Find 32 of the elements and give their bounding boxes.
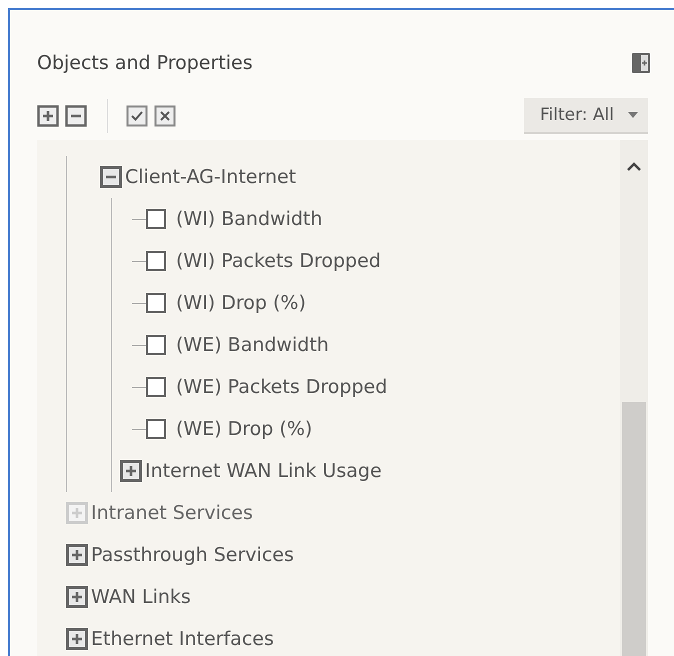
checkbox[interactable]	[146, 335, 166, 355]
uncheck-all-button[interactable]	[154, 105, 176, 127]
checkbox[interactable]	[146, 293, 166, 313]
checkbox[interactable]	[146, 377, 166, 397]
expand-icon[interactable]	[66, 586, 88, 608]
checkbox[interactable]	[146, 251, 166, 271]
panel-title: Objects and Properties	[37, 52, 253, 74]
tree-item-label[interactable]: Client-AG-Internet	[125, 166, 296, 188]
tree-item-label[interactable]: Passthrough Services	[91, 544, 294, 566]
panel-toggle-icon[interactable]	[632, 53, 650, 73]
caret-icon[interactable]	[628, 112, 638, 118]
tree-item-label[interactable]: WAN Links	[91, 586, 191, 608]
tree-item-label[interactable]: (WI) Bandwidth	[176, 208, 322, 230]
collapse-icon[interactable]	[100, 166, 122, 188]
expand-icon[interactable]	[120, 460, 142, 482]
tree-item-label[interactable]: (WE) Packets Dropped	[176, 376, 388, 398]
tree-item-label[interactable]: (WE) Bandwidth	[176, 334, 329, 356]
checkbox[interactable]	[146, 419, 166, 439]
tree-item-label[interactable]: (WE) Drop (%)	[176, 418, 312, 440]
tree-item-label[interactable]: Ethernet Interfaces	[91, 628, 274, 650]
expand-icon[interactable]	[66, 544, 88, 566]
tree-item-label[interactable]: (WI) Packets Dropped	[176, 250, 381, 272]
checkbox[interactable]	[146, 209, 166, 229]
scroll-up-icon[interactable]	[627, 162, 641, 172]
expand-icon[interactable]	[66, 628, 88, 650]
expand-all-button[interactable]	[37, 105, 59, 127]
scrollbar[interactable]	[620, 140, 648, 656]
tree-item-label[interactable]: (WI) Drop (%)	[176, 292, 306, 314]
filter-dropdown[interactable]: Filter: All	[524, 98, 648, 134]
tree-item-label[interactable]: Internet WAN Link Usage	[145, 460, 382, 482]
collapse-all-button[interactable]	[65, 105, 87, 127]
check-all-button[interactable]	[126, 105, 148, 127]
